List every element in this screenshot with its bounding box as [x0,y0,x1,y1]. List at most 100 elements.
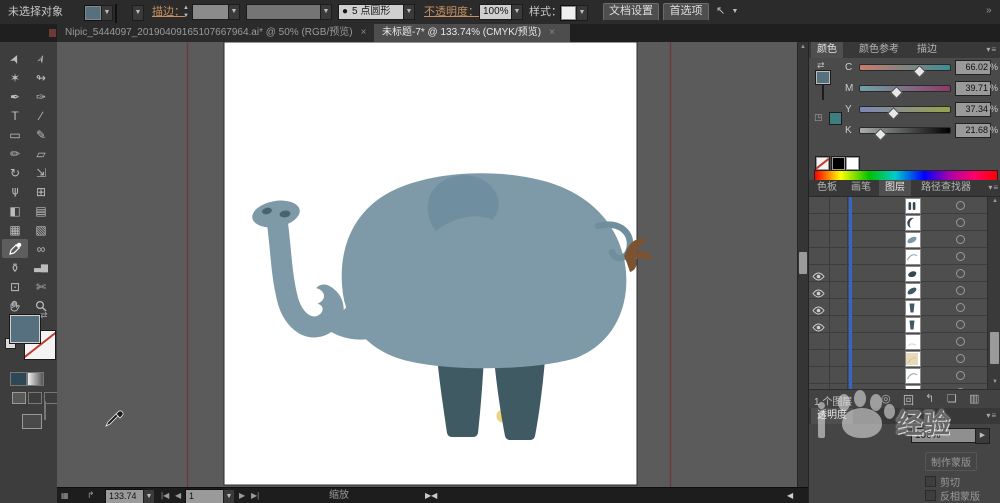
artboard-last-icon[interactable]: ▶| [251,488,259,503]
slice-tool[interactable]: ✄ [28,277,54,296]
layer-thumbnail[interactable] [905,215,921,231]
pencil-tool[interactable]: ✏ [2,144,28,163]
stroke-weight-dropdown-icon[interactable]: ▼ [228,4,240,20]
zoom-level-field[interactable]: 133.74 [105,489,145,503]
status-share-icon[interactable]: ↱ [87,488,95,503]
select-similar-dropdown-icon[interactable]: ▼ [730,5,740,19]
locate-object-button[interactable]: ◎ [881,392,891,405]
width-tool[interactable]: ⋔ [2,182,28,201]
eyedropper-tool[interactable] [2,239,28,258]
layer-target-icon[interactable] [956,269,965,278]
clipping-mask-button[interactable]: 回 [903,392,914,408]
layer-target-icon[interactable] [956,218,965,227]
layer-row-2[interactable] [809,214,987,231]
clip-checkbox-box[interactable] [925,476,936,487]
layers-scrollbar-thumb[interactable] [990,332,999,364]
tab-color-guide[interactable]: 颜色参考 [853,42,905,58]
tab-brushes[interactable]: 画笔 [845,180,877,196]
slider-knob[interactable] [874,128,887,141]
scale-tool[interactable]: ⇲ [28,163,54,182]
layer-row-11[interactable] [809,367,987,384]
lasso-tool[interactable]: ↬ [28,68,54,87]
opacity-dropdown-icon[interactable]: ▼ [511,4,523,20]
fill-color-swatch[interactable] [84,5,102,21]
swap-fill-stroke-icon[interactable]: ⇄ [40,310,48,321]
slider-knob[interactable] [887,107,900,120]
layers-scroll-up-icon[interactable]: ▲ [992,198,998,204]
variable-width-field[interactable] [246,4,326,20]
layer-row-4[interactable] [809,248,987,265]
stroke-dropdown-icon[interactable]: ▼ [132,5,144,21]
curvature-tool[interactable]: ✑ [28,87,54,106]
black-color-chip[interactable] [831,156,846,171]
layer-target-icon[interactable] [956,286,965,295]
make-mask-button[interactable]: 制作蒙版 [925,452,977,471]
zoom-dropdown-icon[interactable]: ▼ [143,489,155,503]
free-transform-tool[interactable]: ⊞ [28,182,54,201]
layer-thumbnail[interactable] [905,317,921,333]
selection-tool[interactable]: ➤ [2,49,28,68]
layers-scrollbar[interactable]: ▲ ▼ [987,197,1000,389]
layers-scroll-down-icon[interactable]: ▼ [992,379,998,385]
opacity-field[interactable]: 100% [479,4,515,20]
tab-transparency[interactable]: 透明度 [811,408,853,424]
tab-color[interactable]: 颜色 [811,42,843,58]
eraser-tool[interactable]: ▱ [28,144,54,163]
tab-swatches[interactable]: 色板 [811,180,843,196]
document-tab-1[interactable]: Nipic_5444097_20190409165107667964.ai* @… [57,24,382,42]
artboard-tool[interactable]: ⊡ [2,277,28,296]
document-tab-2-close-icon[interactable]: × [549,27,555,38]
perspective-grid-tool[interactable]: ▤ [28,201,54,220]
shape-builder-tool[interactable]: ◧ [2,201,28,220]
style-swatch[interactable] [560,5,577,21]
direct-selection-tool[interactable]: ➢ [28,49,54,68]
white-color-chip[interactable] [845,156,860,171]
layer-row-9[interactable] [809,333,987,350]
layer-thumbnail[interactable] [905,266,921,282]
screen-mode-button[interactable] [22,414,42,429]
layer-row-5[interactable] [809,265,987,282]
gradient-tool[interactable]: ▧ [28,220,54,239]
layer-target-icon[interactable] [956,354,965,363]
select-similar-icon[interactable]: ↖ [716,4,725,17]
layer-thumbnail[interactable] [905,351,921,367]
gradient-mode-button[interactable] [27,372,44,386]
slider-value-field[interactable]: 66.02 [955,60,991,75]
layer-target-icon[interactable] [956,320,965,329]
mesh-tool[interactable]: ▦ [2,220,28,239]
pen-tool[interactable]: ✒ [2,87,28,106]
color-panel-menu-icon[interactable]: ▾≡ [986,45,997,54]
variable-width-dropdown-icon[interactable]: ▼ [320,4,332,20]
layer-thumbnail[interactable] [905,283,921,299]
delete-layer-button[interactable]: ▥ [969,392,979,405]
out-of-gamut-cube-icon[interactable]: ◳ [814,112,823,123]
slider-track[interactable] [859,85,951,99]
fill-dropdown-icon[interactable]: ▼ [101,5,113,21]
clip-checkbox[interactable]: 剪切 [925,474,960,489]
canvas-area[interactable] [57,42,797,487]
brush-definition-field[interactable]: ● 5 点圆形 [338,4,408,20]
transparency-opacity-field[interactable]: 100% [911,428,977,443]
dock-collapse-icon[interactable]: » [986,5,992,16]
document-tab-2[interactable]: 未标题-7* @ 133.74% (CMYK/预览) × [374,24,570,42]
transparency-expand-icon[interactable]: ▶ [975,428,990,444]
artboard-next-icon[interactable]: ▶ [239,488,245,503]
stroke-color-swatch[interactable] [115,4,117,23]
status-right-arrow-icon[interactable]: ◀ [787,488,793,503]
tab-layers[interactable]: 图层 [879,180,911,196]
layer-target-icon[interactable] [956,337,965,346]
status-grid-icon[interactable]: ▦ [61,488,69,503]
slider-value-field[interactable]: 37.34 [955,102,991,117]
new-sublayer-button[interactable]: ↰ [925,392,934,405]
visibility-eye-icon[interactable] [812,319,826,332]
layer-thumbnail[interactable] [905,334,921,350]
document-setup-button[interactable]: 文档设置 [603,3,659,21]
draw-normal-mode-button[interactable] [12,392,26,404]
layer-row-1[interactable] [809,197,987,214]
panel-fill-swatch[interactable] [815,70,831,85]
layer-row-6[interactable] [809,282,987,299]
tab-stroke[interactable]: 描边 [911,42,943,58]
layer-target-icon[interactable] [956,303,965,312]
layer-thumbnail[interactable] [905,232,921,248]
fill-swatch-large[interactable] [9,314,41,344]
